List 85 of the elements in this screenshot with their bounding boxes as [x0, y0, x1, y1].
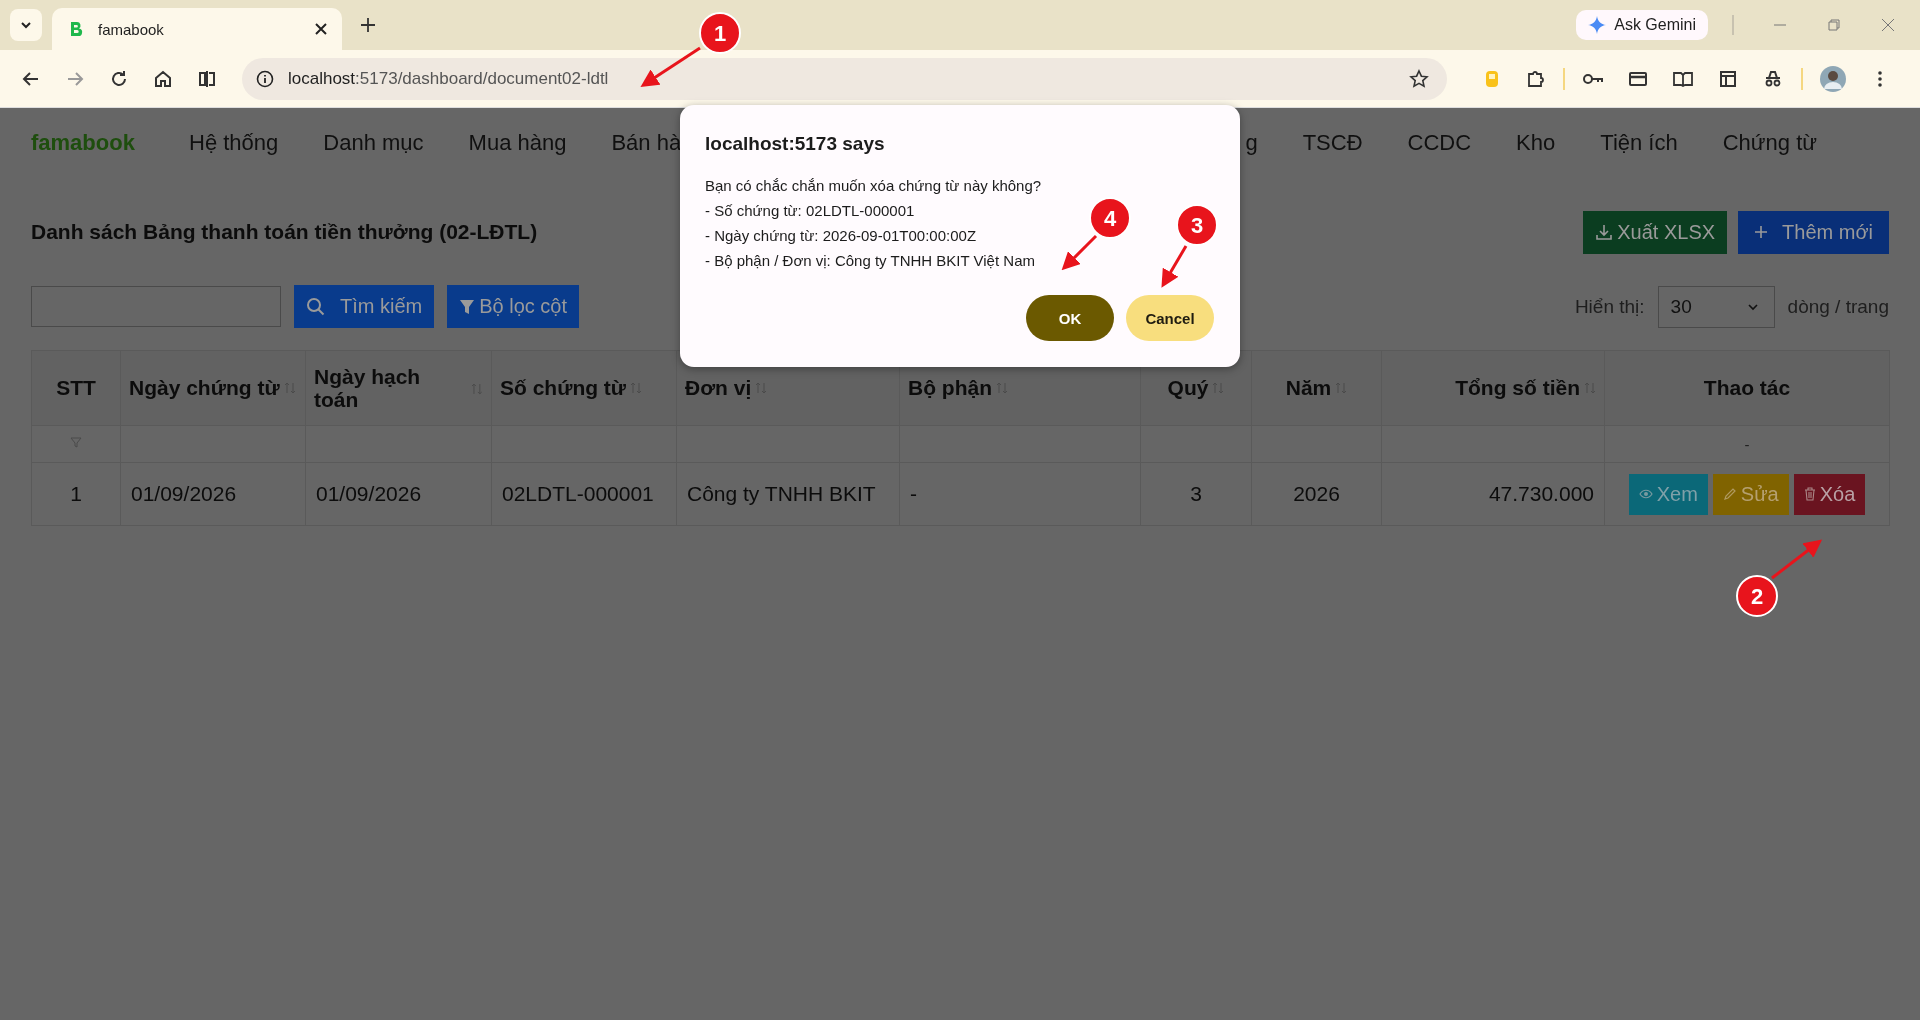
per-page-suffix: dòng / trang	[1787, 295, 1889, 318]
close-tab-icon[interactable]	[314, 22, 328, 36]
search-field[interactable]	[31, 286, 281, 327]
nav-item[interactable]: Tiện ích	[1600, 130, 1678, 156]
search-icon	[306, 296, 326, 317]
table-cell: 3	[1140, 462, 1252, 526]
nav-item[interactable]: Kho	[1516, 130, 1556, 156]
nav-item[interactable]: Hệ thống	[189, 130, 279, 156]
eye-icon	[1638, 488, 1653, 500]
table-cell: 1	[31, 462, 121, 526]
app-logo[interactable]: famabook	[31, 130, 189, 156]
trash-icon	[1803, 487, 1816, 501]
add-button[interactable]: Thêm mới	[1738, 210, 1889, 254]
callout-badge	[1736, 575, 1778, 617]
cancel-button[interactable]: Cancel	[1126, 295, 1214, 341]
table-cell: Công ty TNHH BKIT	[676, 462, 900, 526]
url-text: localhost:5173/dashboard/document02-ldtl	[288, 68, 609, 89]
callout-number: 2	[1750, 584, 1764, 609]
callout-number: 4	[1103, 206, 1117, 231]
reload-icon[interactable]	[109, 68, 129, 89]
table-cell: 02LDTL-000001	[491, 462, 677, 526]
table-cell: -	[899, 462, 1141, 526]
site-favicon-icon	[68, 21, 84, 37]
annotation-arrow	[1771, 539, 1823, 580]
split-view-icon[interactable]	[197, 68, 217, 89]
tab-search-button[interactable]	[10, 9, 42, 41]
filter-field[interactable]: -	[1604, 425, 1890, 463]
column-header[interactable]: Số chứng từ	[491, 350, 677, 426]
dialog-message: - Số chứng từ: 02LDTL-000001	[705, 201, 915, 221]
dialog-title: localhost:5173 says	[705, 133, 886, 155]
plus-icon	[1754, 225, 1769, 239]
annotation-arrow	[1161, 245, 1188, 288]
callout-number: 1	[713, 21, 727, 46]
tab-title: famabook	[98, 20, 165, 38]
layout-icon[interactable]	[1718, 68, 1738, 89]
nav-item[interactable]: Bán hà	[611, 130, 682, 156]
dialog-message: Bạn có chắc chắn muốn xóa chứng từ này không?	[705, 176, 1042, 196]
column-header[interactable]: Tổng số tiền	[1381, 350, 1605, 426]
sparkle-icon	[1588, 16, 1607, 34]
nav-item[interactable]: g	[1245, 130, 1258, 156]
nav-item[interactable]: Danh mục	[323, 130, 424, 156]
edit-button[interactable]: Sửa	[1712, 473, 1789, 515]
info-icon[interactable]	[256, 69, 274, 88]
callout-badge	[1089, 197, 1131, 239]
column-header[interactable]: Ngày chứng từ	[120, 350, 306, 426]
search-button[interactable]: Tìm kiếm	[294, 285, 435, 328]
funnel-icon	[459, 297, 476, 316]
avatar-icon[interactable]	[1820, 65, 1846, 92]
column-header[interactable]: STT	[31, 350, 121, 426]
table-cell: 47.730.000	[1381, 462, 1605, 526]
view-button[interactable]: Xem	[1628, 473, 1708, 515]
annotation-arrow	[1061, 234, 1098, 271]
dialog-message: - Bộ phận / Đơn vị: Công ty TNHH BKIT Việt Nam	[705, 251, 1035, 271]
close-window-icon[interactable]	[1880, 17, 1896, 33]
page-title: Danh sách Bảng thanh toán tiền thưởng (02-LĐTL)	[31, 220, 538, 244]
nav-item[interactable]: TSCĐ	[1302, 130, 1363, 156]
table-cell: 2026	[1251, 462, 1382, 526]
address-bar[interactable]: localhost:5173/dashboard/document02-ldtl	[242, 57, 1447, 100]
per-page-label: Hiển thị:	[1574, 295, 1645, 318]
column-filter-button[interactable]: Bộ lọc cột	[447, 285, 580, 328]
column-header[interactable]: Năm	[1251, 350, 1382, 426]
pencil-icon	[1722, 487, 1737, 501]
annotation-arrow	[640, 46, 701, 87]
per-page-select[interactable]: 30	[1657, 285, 1775, 328]
new-tab-icon[interactable]	[360, 17, 376, 33]
callout-badge	[699, 12, 741, 54]
download-icon	[1595, 223, 1614, 241]
browser-tab[interactable]: famabook	[52, 8, 342, 50]
export-button[interactable]: Xuất XLSX	[1583, 210, 1728, 254]
bookmark-star-icon[interactable]	[1409, 68, 1429, 89]
dialog-message: - Ngày chứng từ: 2026-09-01T00:00:00Z	[705, 226, 977, 246]
column-header[interactable]: Thao tác	[1604, 350, 1890, 426]
ask-gemini-button[interactable]: Ask Gemini	[1576, 10, 1708, 40]
delete-button[interactable]: Xóa	[1793, 473, 1866, 515]
table-cell: 01/09/2026	[305, 462, 492, 526]
nav-item[interactable]: CCDC	[1407, 130, 1472, 156]
home-icon[interactable]	[153, 68, 173, 89]
ok-button[interactable]: OK	[1026, 295, 1114, 341]
puzzle-icon[interactable]	[1526, 68, 1546, 89]
column-header[interactable]: Ngày hạch toán	[305, 350, 492, 426]
table-cell: 01/09/2026	[120, 462, 306, 526]
callout-badge	[1176, 204, 1218, 246]
callout-number: 3	[1190, 213, 1204, 238]
nav-item[interactable]: Chứng từ	[1722, 130, 1817, 156]
nav-item[interactable]: Mua hàng	[468, 130, 567, 156]
